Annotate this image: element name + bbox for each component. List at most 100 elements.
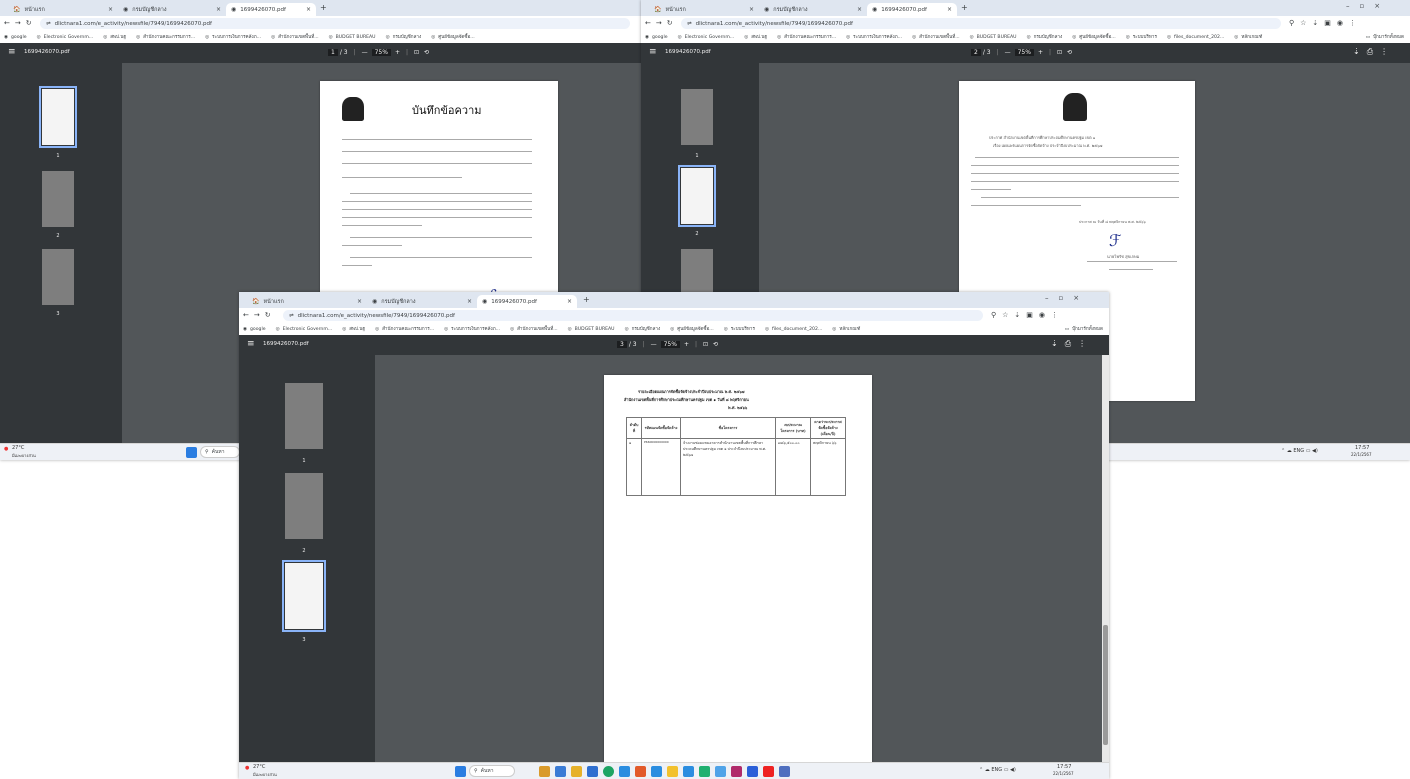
menu-icon[interactable]: ≡ [247, 339, 255, 349]
bookmark-item[interactable]: ◎ files_document_202... [765, 327, 822, 332]
bookmark-item[interactable]: ◎ ศูนย์ข้อมูลจัดซื้อ... [1072, 34, 1115, 41]
start-icon[interactable] [186, 447, 197, 458]
zoom-input[interactable]: 75% [1014, 49, 1034, 56]
bookmark-item[interactable]: ◎ สพป.นฐ [342, 326, 365, 333]
bookmark-item[interactable]: ◎ สำนักงานคณะกรรมการ... [375, 326, 434, 333]
address-bar[interactable]: ⇌ dlictnara1.com/e_activity/newsfile/7949… [40, 18, 630, 29]
all-bookmarks[interactable]: ▭ บุ๊กมาร์กทั้งหมด [1065, 326, 1103, 333]
address-bar[interactable]: ⇌ dlictnara1.com/e_activity/newsfile/7949… [681, 18, 1281, 29]
taskbar-search[interactable]: ⚲ ค้นหา [200, 446, 240, 458]
start-icon[interactable] [455, 766, 466, 777]
app-icon[interactable] [555, 766, 566, 777]
zoom-out-button[interactable]: — [362, 49, 368, 56]
system-tray[interactable]: ⌃ ☁ ENG ▭ ◀) [1281, 448, 1318, 454]
bookmark-item[interactable]: ◎ BUDGET BUREAU [970, 35, 1017, 40]
bookmark-item[interactable]: ◎ ระบบบริหาร [724, 326, 755, 333]
thumbnail-page-1[interactable] [39, 86, 77, 148]
thumbnail-page-2[interactable] [678, 165, 716, 227]
menu-icon[interactable]: ≡ [8, 47, 16, 57]
rotate-icon[interactable]: ⟲ [424, 49, 429, 56]
bookmark-item[interactable]: ◎ สำนักงานคณะกรรมการ... [136, 34, 195, 41]
new-tab-button[interactable]: + [583, 295, 590, 304]
zoom-out-button[interactable]: — [1005, 49, 1011, 56]
tab-comptroller[interactable]: ◉ กรมบัญชีกลาง × [118, 3, 226, 16]
close-icon[interactable]: × [749, 6, 754, 13]
browser-actions[interactable]: ⚲☆⇣▣◉⋮ [1289, 19, 1362, 27]
app-icon[interactable] [667, 766, 678, 777]
fit-page-icon[interactable]: ⊡ [1057, 49, 1062, 56]
bookmark-item[interactable]: ◎ BUDGET BUREAU [568, 327, 615, 332]
download-print-icons[interactable]: ⇣⎙⋮ [1051, 339, 1093, 349]
bookmark-item[interactable]: ◉ google [243, 327, 266, 332]
menu-icon[interactable]: ≡ [649, 47, 657, 57]
page-number-input[interactable]: 3 [617, 341, 627, 348]
fit-page-icon[interactable]: ⊡ [703, 341, 708, 348]
app-icon[interactable] [635, 766, 646, 777]
bookmark-item[interactable]: ◎ สำนักงานเขตพื้นที่... [912, 34, 960, 41]
bookmark-item[interactable]: ◎ สพป.นฐ [103, 34, 126, 41]
tab-home[interactable]: 🏠 หน้าแรก × [247, 295, 367, 308]
bookmark-item[interactable]: ◎ หลักเกณฑ์ [1234, 34, 1262, 41]
bookmark-item[interactable]: ◎ Electronic Governm... [37, 35, 94, 40]
bookmark-item[interactable]: ◎ สำนักงานเขตพื้นที่... [510, 326, 558, 333]
close-icon[interactable]: × [947, 6, 952, 13]
new-tab-button[interactable]: + [961, 3, 968, 12]
site-info-icon[interactable]: ⇌ [289, 313, 294, 319]
bookmark-item[interactable]: ◎ สำนักงานเขตพื้นที่... [271, 34, 319, 41]
bookmark-item[interactable]: ◉ google [4, 35, 27, 40]
app-icon[interactable] [683, 766, 694, 777]
zoom-input[interactable]: 75% [660, 341, 680, 348]
tab-home[interactable]: 🏠 หน้าแรก × [8, 3, 118, 16]
taskbar-search[interactable]: ⚲ ค้นหา [469, 765, 515, 777]
new-tab-button[interactable]: + [320, 3, 327, 12]
close-icon[interactable]: × [216, 6, 221, 13]
close-icon[interactable]: × [857, 6, 862, 13]
bookmark-item[interactable]: ◎ ระบบการเงินการคลังภ... [846, 34, 902, 41]
app-icon[interactable] [571, 766, 582, 777]
tab-pdf[interactable]: ◉ 1699426070.pdf × [867, 3, 957, 16]
browser-actions[interactable]: ⚲☆⇣▣◉⋮ [991, 311, 1064, 319]
close-icon[interactable]: × [357, 298, 362, 305]
window-controls[interactable]: –▫× [1045, 294, 1089, 302]
thumbnail-page-3[interactable] [42, 249, 74, 305]
all-bookmarks[interactable]: ▭ บุ๊กมาร์กทั้งหมด [1366, 34, 1404, 41]
bookmark-item[interactable]: ◎ Electronic Governm... [276, 327, 333, 332]
bookmark-item[interactable]: ◎ กรมบัญชีกลาง [1027, 34, 1063, 41]
app-icon[interactable] [619, 766, 630, 777]
window-controls[interactable]: –▫× [1346, 2, 1390, 10]
page-number-input[interactable]: 1 [328, 49, 338, 56]
zoom-in-button[interactable]: + [684, 341, 689, 348]
vertical-scrollbar[interactable] [1102, 355, 1109, 763]
thumbnail-page-1[interactable] [681, 89, 713, 145]
bookmark-item[interactable]: ◎ สพป.นฐ [744, 34, 767, 41]
bookmark-item[interactable]: ◎ สำนักงานคณะกรรมการ... [777, 34, 836, 41]
app-icon[interactable] [747, 766, 758, 777]
bookmark-item[interactable]: ◎ หลักเกณฑ์ [832, 326, 860, 333]
address-bar[interactable]: ⇌ dlictnara1.com/e_activity/newsfile/7949… [283, 310, 983, 321]
tab-pdf[interactable]: ◉ 1699426070.pdf × [477, 295, 577, 308]
bookmark-item[interactable]: ◎ files_document_202... [1167, 35, 1224, 40]
tab-comptroller[interactable]: ◉ กรมบัญชีกลาง × [367, 295, 477, 308]
youtube-icon[interactable] [763, 766, 774, 777]
site-info-icon[interactable]: ⇌ [687, 21, 692, 27]
tab-comptroller[interactable]: ◉ กรมบัญชีกลาง × [759, 3, 867, 16]
download-print-icons[interactable]: ⇣⎙⋮ [1353, 47, 1395, 57]
nav-buttons[interactable]: ←→↻ [243, 311, 276, 319]
rotate-icon[interactable]: ⟲ [1067, 49, 1072, 56]
scrollbar-thumb[interactable] [1103, 625, 1108, 745]
bookmark-item[interactable]: ◉ google [645, 35, 668, 40]
thumbnail-page-2[interactable] [42, 171, 74, 227]
zoom-in-button[interactable]: + [1038, 49, 1043, 56]
app-icon[interactable] [699, 766, 710, 777]
app-icon[interactable] [539, 766, 550, 777]
tab-home[interactable]: 🏠 หน้าแรก × [649, 3, 759, 16]
thumbnail-page-2[interactable] [285, 473, 323, 539]
thumbnail-page-3[interactable] [282, 560, 326, 632]
bookmark-item[interactable]: ◎ ระบบการเงินการคลังภ... [444, 326, 500, 333]
close-icon[interactable]: × [306, 6, 311, 13]
bookmark-item[interactable]: ◎ กรมบัญชีกลาง [625, 326, 661, 333]
fit-page-icon[interactable]: ⊡ [414, 49, 419, 56]
bookmark-item[interactable]: ◎ ระบบการเงินการคลังภ... [205, 34, 261, 41]
app-icon[interactable] [651, 766, 662, 777]
system-tray[interactable]: ⌃ ☁ ENG ▭ ◀) [979, 767, 1016, 773]
